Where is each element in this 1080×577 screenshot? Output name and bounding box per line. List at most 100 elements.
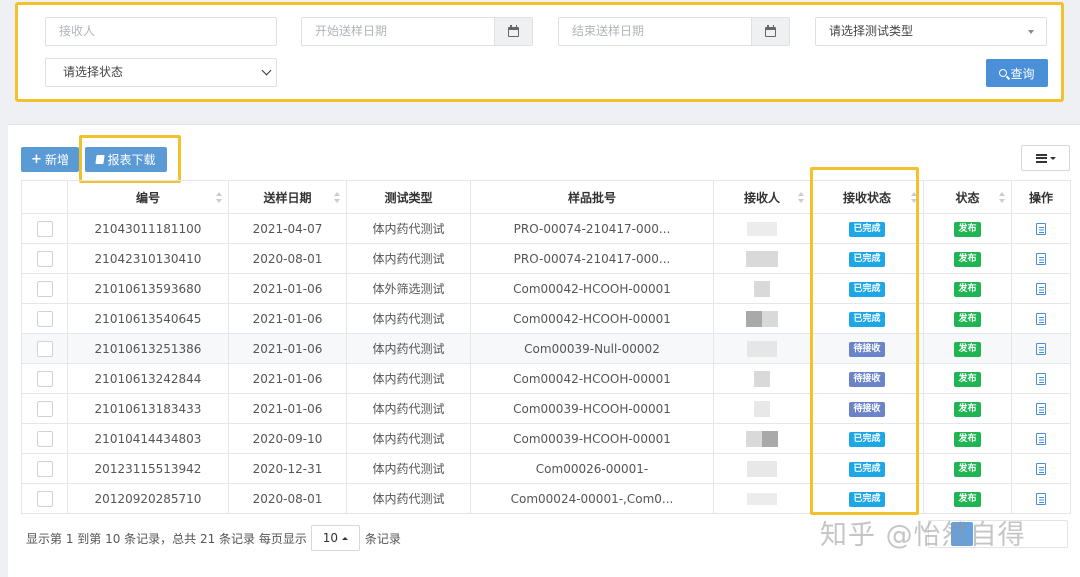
cell-test-type: 体内药代测试 [346, 423, 471, 454]
document-icon[interactable] [1036, 343, 1046, 355]
cell-receiver [713, 363, 811, 394]
table-row[interactable]: 21010613540645 2021-01-06 体内药代测试 Com00042-H… [21, 303, 1071, 334]
cell-actions [1011, 423, 1071, 454]
document-icon[interactable] [1036, 283, 1046, 295]
add-button[interactable]: + 新增 [21, 147, 79, 172]
row-checkbox[interactable] [36, 250, 53, 267]
column-header-date[interactable]: 送样日期 [228, 180, 347, 214]
columns-toggle-button[interactable] [1021, 145, 1070, 171]
document-icon[interactable] [1036, 223, 1046, 235]
document-icon[interactable] [1036, 253, 1046, 265]
row-checkbox-cell[interactable] [21, 453, 68, 484]
row-checkbox-cell[interactable] [21, 363, 68, 394]
report-button-highlight [79, 135, 181, 183]
table-row[interactable]: 21010613242844 2021-01-06 体内药代测试 Com00042-H… [21, 363, 1071, 394]
row-checkbox[interactable] [36, 430, 53, 447]
select-all-header [21, 180, 68, 214]
table-row[interactable]: 21010613593680 2021-01-06 体外筛选测试 Com00042-H… [21, 273, 1071, 304]
cell-status: 发布 [923, 393, 1012, 424]
cell-actions [1011, 303, 1071, 334]
cell-status: 发布 [923, 333, 1012, 364]
column-header-id[interactable]: 编号 [67, 180, 229, 214]
document-icon[interactable] [1036, 313, 1046, 325]
status-badge: 发布 [954, 372, 981, 387]
cell-status: 发布 [923, 423, 1012, 454]
table-row[interactable]: 20120920285710 2020-08-01 体内药代测试 Com00024-0… [21, 483, 1071, 514]
receiver-redacted [754, 400, 770, 417]
receiver-input[interactable]: 接收人 [45, 17, 277, 46]
cell-id: 21042310130410 [67, 243, 229, 274]
receiver-redacted [746, 250, 778, 267]
table-row[interactable]: 21010613251386 2021-01-06 体内药代测试 Com00039-N… [21, 333, 1071, 364]
row-checkbox[interactable] [36, 310, 53, 327]
table-row[interactable]: 21010613183433 2021-01-06 体内药代测试 Com00039-H… [21, 393, 1071, 424]
search-icon [999, 69, 1008, 77]
end-date-picker-button[interactable] [751, 18, 789, 45]
table-row[interactable]: 21043011181100 2021-04-07 体内药代测试 PRO-00074-… [21, 213, 1071, 244]
cell-receive-status: 已完成 [810, 243, 924, 274]
plus-icon: + [31, 152, 42, 167]
table-row[interactable]: 20123115513942 2020-12-31 体内药代测试 Com00026-0… [21, 453, 1071, 484]
row-checkbox[interactable] [36, 400, 53, 417]
cell-actions [1011, 243, 1071, 274]
cell-date: 2020-08-01 [228, 243, 347, 274]
row-checkbox[interactable] [36, 220, 53, 237]
cell-id: 20120920285710 [67, 483, 229, 514]
row-checkbox-cell[interactable] [21, 333, 68, 364]
cell-status: 发布 [923, 303, 1012, 334]
row-checkbox[interactable] [36, 370, 53, 387]
cell-receiver [713, 393, 811, 424]
document-icon[interactable] [1036, 403, 1046, 415]
table-row[interactable]: 21042310130410 2020-08-01 体内药代测试 PRO-00074-… [21, 243, 1071, 274]
cell-test-type: 体内药代测试 [346, 213, 471, 244]
caret-up-icon [342, 536, 349, 540]
calendar-icon [508, 24, 519, 37]
end-date-input[interactable]: 结束送样日期 [558, 17, 790, 46]
table-row[interactable]: 21010414434803 2020-09-10 体内药代测试 Com00039-H… [21, 423, 1071, 454]
test-type-select[interactable]: 请选择测试类型 [815, 17, 1047, 46]
row-checkbox-cell[interactable] [21, 243, 68, 274]
pagination-info: 显示第 1 到第 10 条记录，总共 21 条记录 每页显示 10 条记录 [26, 525, 401, 551]
page-size-select[interactable]: 10 [310, 525, 360, 551]
row-checkbox-cell[interactable] [21, 273, 68, 304]
receiver-redacted [754, 280, 770, 297]
sort-icon [798, 192, 804, 203]
receiver-redacted [746, 430, 778, 447]
start-date-input[interactable]: 开始送样日期 [301, 17, 533, 46]
row-checkbox-cell[interactable] [21, 303, 68, 334]
column-header-receiver[interactable]: 接收人 [713, 180, 811, 214]
cell-batch: PRO-00074-210417-000... [470, 213, 714, 244]
cell-batch: Com00039-HCOOH-00001 [470, 423, 714, 454]
row-checkbox-cell[interactable] [21, 393, 68, 424]
status-badge: 发布 [954, 462, 981, 477]
row-checkbox[interactable] [36, 490, 53, 507]
status-select[interactable]: 请选择状态 [45, 58, 277, 87]
row-checkbox[interactable] [36, 460, 53, 477]
row-checkbox-cell[interactable] [21, 213, 68, 244]
cell-receiver [713, 483, 811, 514]
main-panel: + 新增 报表下载 编号 送样日期 测试类型 样品批号 接收人 接收状态 状态 … [8, 124, 1080, 577]
search-button[interactable]: 查询 [986, 59, 1048, 87]
column-header-batch: 样品批号 [470, 180, 714, 214]
cell-actions [1011, 453, 1071, 484]
start-date-picker-button[interactable] [494, 18, 532, 45]
cell-test-type: 体外筛选测试 [346, 273, 471, 304]
document-icon[interactable] [1036, 463, 1046, 475]
cell-status: 发布 [923, 483, 1012, 514]
row-checkbox-cell[interactable] [21, 483, 68, 514]
cell-status: 发布 [923, 453, 1012, 484]
column-header-status[interactable]: 状态 [923, 180, 1012, 214]
receive-status-badge: 已完成 [849, 492, 885, 507]
row-checkbox[interactable] [36, 280, 53, 297]
cell-batch: Com00039-HCOOH-00001 [470, 393, 714, 424]
cell-test-type: 体内药代测试 [346, 453, 471, 484]
receiver-redacted [747, 340, 777, 357]
cell-id: 21043011181100 [67, 213, 229, 244]
document-icon[interactable] [1036, 433, 1046, 445]
row-checkbox-cell[interactable] [21, 423, 68, 454]
document-icon[interactable] [1036, 373, 1046, 385]
cell-actions [1011, 213, 1071, 244]
row-checkbox[interactable] [36, 340, 53, 357]
column-header-receive-status[interactable]: 接收状态 [810, 180, 924, 214]
document-icon[interactable] [1036, 493, 1046, 505]
